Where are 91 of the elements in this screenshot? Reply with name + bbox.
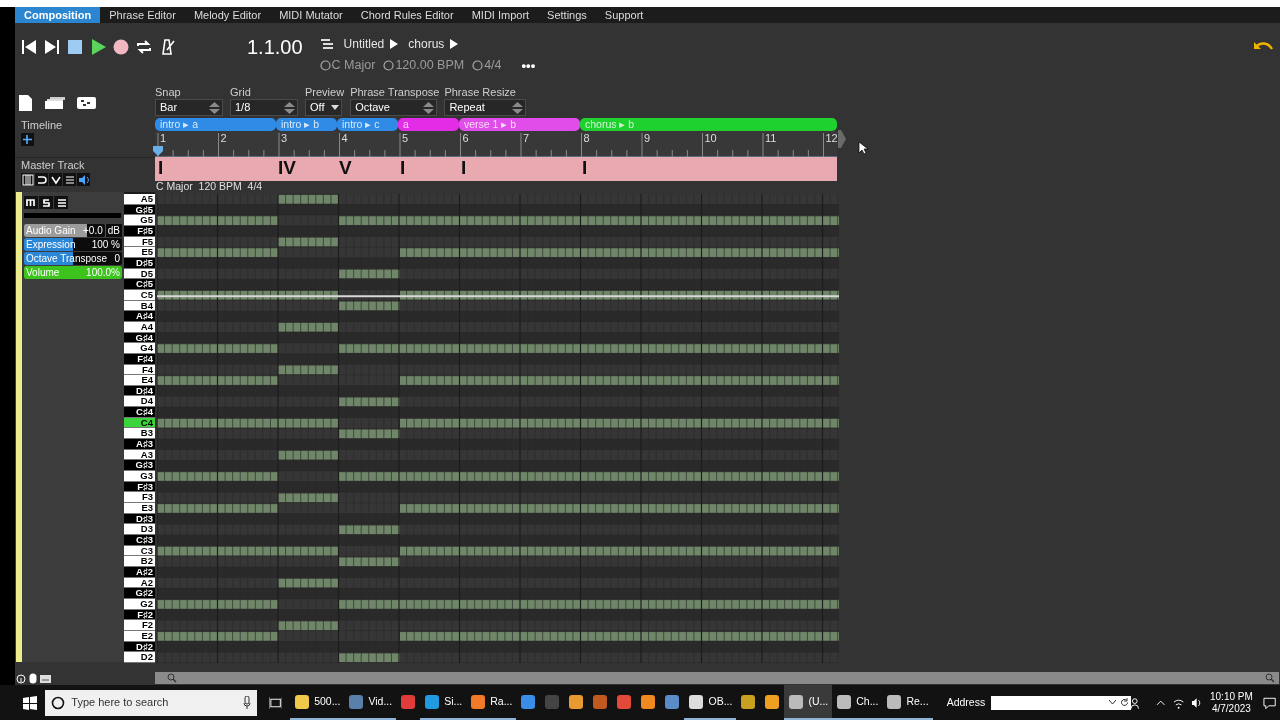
breadcrumb-item[interactable]: Untitled — [343, 35, 385, 53]
song-setting[interactable]: C Major — [331, 56, 376, 76]
piano-key[interactable]: F2 — [124, 620, 155, 631]
piano-key[interactable]: E3 — [124, 503, 155, 514]
piano-key[interactable]: C♯3 — [124, 535, 155, 546]
piano-key[interactable]: D3 — [124, 524, 155, 535]
chord-symbol[interactable]: I — [400, 158, 406, 178]
piano-key[interactable]: C♯4 — [124, 407, 155, 418]
bar-number: 3 — [281, 132, 288, 144]
piano-key[interactable]: G4 — [124, 343, 155, 354]
setting-label: Preview — [305, 86, 345, 99]
piano-key[interactable]: E4 — [124, 375, 155, 386]
chord-symbol[interactable]: IV — [278, 158, 296, 178]
piano-key[interactable]: A♯4 — [124, 311, 155, 322]
piano-key[interactable]: A♯3 — [124, 439, 155, 450]
menu-tab[interactable]: Melody Editor — [184, 7, 271, 23]
bar-number: 4 — [341, 132, 348, 144]
bar-number: 9 — [644, 132, 651, 144]
chord-symbol[interactable]: I — [582, 158, 588, 178]
song-info-text: C Major 120 BPM 4/4 — [155, 181, 264, 192]
slider-label: Audio Gain — [26, 224, 76, 237]
taskbar-app[interactable]: Ra... — [466, 685, 517, 720]
search-field[interactable]: Type here to search — [45, 689, 257, 716]
dropdown[interactable]: Off — [305, 99, 342, 116]
piano-key[interactable]: A4 — [124, 321, 155, 333]
bar-number: 2 — [220, 132, 227, 144]
more-button[interactable]: ••• — [521, 56, 536, 76]
clock[interactable]: 10:10 PM 4/7/2023 — [1210, 690, 1253, 715]
spinner-field[interactable]: Repeat — [444, 99, 527, 116]
piano-key[interactable]: E5 — [124, 247, 155, 258]
piano-key[interactable]: A5 — [124, 194, 155, 205]
piano-key[interactable]: C♯5 — [124, 279, 155, 290]
setting-label: Grid — [230, 86, 252, 99]
slider-value: 0 — [114, 252, 120, 265]
song-setting[interactable]: 120.00 BPM — [395, 56, 465, 76]
piano-key[interactable]: G2 — [124, 598, 155, 610]
menu-tab[interactable]: Chord Rules Editor — [351, 7, 463, 23]
piano-key[interactable]: F3 — [124, 492, 155, 504]
menu-tab[interactable]: Support — [595, 7, 653, 23]
slider-value: 100.0% — [86, 266, 120, 279]
piano-key[interactable]: E2 — [124, 630, 155, 642]
bar-number: 11 — [765, 132, 777, 144]
bar-number: 10 — [704, 132, 717, 144]
bar-number: 5 — [402, 132, 409, 144]
slider-value: 100 % — [91, 238, 120, 251]
spinner-field[interactable]: 1/8 — [230, 99, 298, 116]
bar-number: 1 — [160, 132, 167, 144]
timeline-label: Timeline — [21, 119, 64, 132]
taskbar-app[interactable]: (U... — [784, 685, 833, 720]
bar-number: 6 — [462, 132, 469, 144]
piano-key[interactable]: D♯5 — [124, 257, 155, 269]
position-display: 1.1.00 — [247, 37, 303, 57]
menu-tab[interactable]: Phrase Editor — [100, 7, 185, 23]
piano-key[interactable]: B3 — [124, 428, 155, 440]
setting-label: Phrase Transpose — [350, 86, 440, 99]
breadcrumb-item[interactable]: chorus — [408, 35, 445, 53]
taskbar-app[interactable]: Re... — [882, 685, 933, 720]
menu-tab[interactable]: MIDI Mutator — [270, 7, 352, 23]
menu-tab[interactable]: Settings — [538, 7, 596, 23]
taskbar-app[interactable]: Vid... — [344, 685, 397, 720]
taskbar-app[interactable]: OB... — [684, 685, 737, 720]
address-label: Address — [946, 694, 986, 710]
setting-label: Snap — [155, 86, 182, 99]
piano-key[interactable]: A♯2 — [124, 566, 155, 578]
piano-key[interactable]: G5 — [124, 215, 155, 226]
piano-key[interactable]: G♯2 — [124, 588, 155, 599]
chord-symbol[interactable]: I — [158, 158, 164, 178]
setting-label: Phrase Resize — [444, 86, 517, 99]
song-setting[interactable]: 4/4 — [484, 56, 502, 76]
piano-key[interactable]: D2 — [124, 652, 155, 663]
spinner-field[interactable]: Bar — [155, 99, 223, 116]
bar-number: 8 — [583, 132, 590, 144]
menu-tab[interactable]: MIDI Import — [462, 7, 539, 23]
bar-number: 12 — [825, 132, 838, 144]
chord-symbol[interactable]: I — [461, 158, 467, 178]
piano-key[interactable]: C5 — [124, 289, 155, 301]
chord-symbol[interactable]: V — [339, 158, 352, 178]
piano-key[interactable]: F♯4 — [124, 353, 155, 365]
spinner-field[interactable]: Octave — [350, 99, 438, 116]
piano-key[interactable]: G3 — [124, 471, 155, 482]
bar-number: 7 — [523, 132, 530, 144]
taskbar-app[interactable]: 500... — [290, 685, 345, 720]
slider-label: Volume — [26, 266, 60, 279]
piano-key[interactable]: D4 — [124, 396, 155, 408]
taskbar-app[interactable]: Si... — [420, 685, 467, 720]
piano-key[interactable]: B2 — [124, 556, 155, 567]
master-track-label: Master Track — [21, 159, 86, 172]
menu-tab[interactable]: Composition — [15, 7, 101, 23]
piano-key[interactable]: F♯5 — [124, 225, 155, 237]
unit-label: dB — [104, 224, 122, 237]
taskbar-app[interactable]: Ch... — [832, 685, 883, 720]
